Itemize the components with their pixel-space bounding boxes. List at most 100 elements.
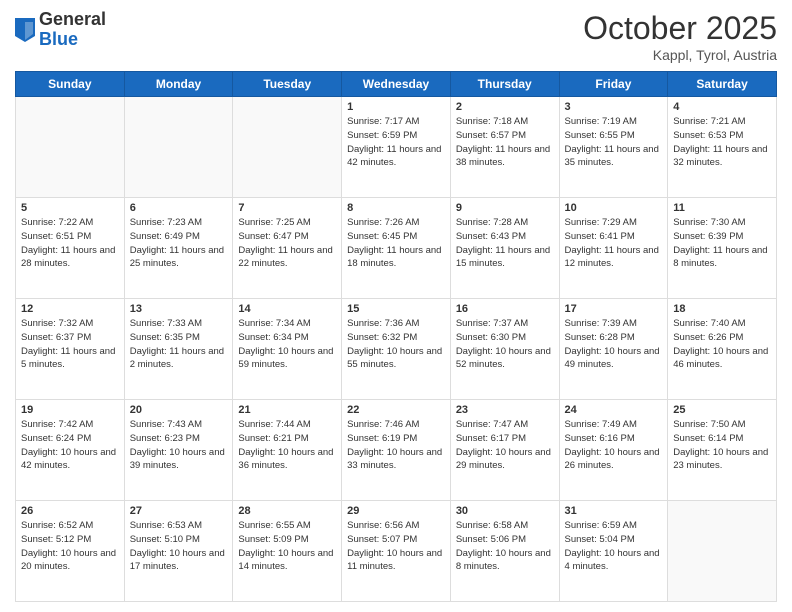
day-number: 8	[347, 202, 445, 214]
day-info: Sunrise: 7:37 AMSunset: 6:30 PMDaylight:…	[456, 317, 554, 372]
table-cell: 16 Sunrise: 7:37 AMSunset: 6:30 PMDaylig…	[450, 299, 559, 400]
day-info: Sunrise: 7:49 AMSunset: 6:16 PMDaylight:…	[565, 418, 663, 473]
day-number: 22	[347, 404, 445, 416]
table-cell: 12 Sunrise: 7:32 AMSunset: 6:37 PMDaylig…	[16, 299, 125, 400]
day-info: Sunrise: 7:19 AMSunset: 6:55 PMDaylight:…	[565, 115, 663, 170]
logo: General Blue	[15, 10, 106, 50]
location-subtitle: Kappl, Tyrol, Austria	[583, 47, 777, 63]
day-number: 26	[21, 505, 119, 517]
week-row-1: 1 Sunrise: 7:17 AMSunset: 6:59 PMDayligh…	[16, 97, 777, 198]
day-number: 14	[238, 303, 336, 315]
day-number: 24	[565, 404, 663, 416]
day-info: Sunrise: 7:30 AMSunset: 6:39 PMDaylight:…	[673, 216, 771, 271]
table-cell: 27 Sunrise: 6:53 AMSunset: 5:10 PMDaylig…	[124, 501, 233, 602]
table-cell: 11 Sunrise: 7:30 AMSunset: 6:39 PMDaylig…	[668, 198, 777, 299]
week-row-3: 12 Sunrise: 7:32 AMSunset: 6:37 PMDaylig…	[16, 299, 777, 400]
col-friday: Friday	[559, 72, 668, 97]
day-number: 17	[565, 303, 663, 315]
table-cell: 6 Sunrise: 7:23 AMSunset: 6:49 PMDayligh…	[124, 198, 233, 299]
day-info: Sunrise: 7:21 AMSunset: 6:53 PMDaylight:…	[673, 115, 771, 170]
table-cell: 18 Sunrise: 7:40 AMSunset: 6:26 PMDaylig…	[668, 299, 777, 400]
day-number: 10	[565, 202, 663, 214]
day-number: 25	[673, 404, 771, 416]
day-info: Sunrise: 6:52 AMSunset: 5:12 PMDaylight:…	[21, 519, 119, 574]
day-number: 21	[238, 404, 336, 416]
table-cell: 2 Sunrise: 7:18 AMSunset: 6:57 PMDayligh…	[450, 97, 559, 198]
day-info: Sunrise: 7:17 AMSunset: 6:59 PMDaylight:…	[347, 115, 445, 170]
table-cell	[233, 97, 342, 198]
day-number: 29	[347, 505, 445, 517]
table-cell: 1 Sunrise: 7:17 AMSunset: 6:59 PMDayligh…	[342, 97, 451, 198]
table-cell: 3 Sunrise: 7:19 AMSunset: 6:55 PMDayligh…	[559, 97, 668, 198]
day-number: 5	[21, 202, 119, 214]
day-info: Sunrise: 7:50 AMSunset: 6:14 PMDaylight:…	[673, 418, 771, 473]
col-monday: Monday	[124, 72, 233, 97]
col-wednesday: Wednesday	[342, 72, 451, 97]
day-info: Sunrise: 7:18 AMSunset: 6:57 PMDaylight:…	[456, 115, 554, 170]
day-info: Sunrise: 7:42 AMSunset: 6:24 PMDaylight:…	[21, 418, 119, 473]
table-cell: 30 Sunrise: 6:58 AMSunset: 5:06 PMDaylig…	[450, 501, 559, 602]
logo-blue: Blue	[39, 29, 78, 49]
table-cell: 13 Sunrise: 7:33 AMSunset: 6:35 PMDaylig…	[124, 299, 233, 400]
day-info: Sunrise: 7:22 AMSunset: 6:51 PMDaylight:…	[21, 216, 119, 271]
day-info: Sunrise: 7:34 AMSunset: 6:34 PMDaylight:…	[238, 317, 336, 372]
day-number: 9	[456, 202, 554, 214]
day-info: Sunrise: 7:39 AMSunset: 6:28 PMDaylight:…	[565, 317, 663, 372]
table-cell: 20 Sunrise: 7:43 AMSunset: 6:23 PMDaylig…	[124, 400, 233, 501]
day-info: Sunrise: 7:28 AMSunset: 6:43 PMDaylight:…	[456, 216, 554, 271]
day-number: 16	[456, 303, 554, 315]
table-cell: 21 Sunrise: 7:44 AMSunset: 6:21 PMDaylig…	[233, 400, 342, 501]
day-number: 30	[456, 505, 554, 517]
day-info: Sunrise: 7:25 AMSunset: 6:47 PMDaylight:…	[238, 216, 336, 271]
table-cell: 29 Sunrise: 6:56 AMSunset: 5:07 PMDaylig…	[342, 501, 451, 602]
day-number: 1	[347, 101, 445, 113]
day-number: 2	[456, 101, 554, 113]
page: General Blue October 2025 Kappl, Tyrol, …	[0, 0, 792, 612]
title-block: October 2025 Kappl, Tyrol, Austria	[583, 10, 777, 63]
table-cell: 7 Sunrise: 7:25 AMSunset: 6:47 PMDayligh…	[233, 198, 342, 299]
table-cell: 8 Sunrise: 7:26 AMSunset: 6:45 PMDayligh…	[342, 198, 451, 299]
col-sunday: Sunday	[16, 72, 125, 97]
month-title: October 2025	[583, 10, 777, 47]
table-cell: 28 Sunrise: 6:55 AMSunset: 5:09 PMDaylig…	[233, 501, 342, 602]
day-number: 19	[21, 404, 119, 416]
table-cell: 15 Sunrise: 7:36 AMSunset: 6:32 PMDaylig…	[342, 299, 451, 400]
day-number: 18	[673, 303, 771, 315]
day-info: Sunrise: 6:53 AMSunset: 5:10 PMDaylight:…	[130, 519, 228, 574]
calendar: Sunday Monday Tuesday Wednesday Thursday…	[15, 71, 777, 602]
day-info: Sunrise: 7:44 AMSunset: 6:21 PMDaylight:…	[238, 418, 336, 473]
day-number: 4	[673, 101, 771, 113]
table-cell: 9 Sunrise: 7:28 AMSunset: 6:43 PMDayligh…	[450, 198, 559, 299]
day-number: 12	[21, 303, 119, 315]
table-cell: 5 Sunrise: 7:22 AMSunset: 6:51 PMDayligh…	[16, 198, 125, 299]
table-cell: 10 Sunrise: 7:29 AMSunset: 6:41 PMDaylig…	[559, 198, 668, 299]
day-info: Sunrise: 7:46 AMSunset: 6:19 PMDaylight:…	[347, 418, 445, 473]
week-row-2: 5 Sunrise: 7:22 AMSunset: 6:51 PMDayligh…	[16, 198, 777, 299]
col-tuesday: Tuesday	[233, 72, 342, 97]
day-number: 23	[456, 404, 554, 416]
table-cell: 24 Sunrise: 7:49 AMSunset: 6:16 PMDaylig…	[559, 400, 668, 501]
day-number: 13	[130, 303, 228, 315]
table-cell	[668, 501, 777, 602]
day-info: Sunrise: 7:32 AMSunset: 6:37 PMDaylight:…	[21, 317, 119, 372]
logo-general: General	[39, 9, 106, 29]
col-saturday: Saturday	[668, 72, 777, 97]
table-cell: 17 Sunrise: 7:39 AMSunset: 6:28 PMDaylig…	[559, 299, 668, 400]
table-cell: 25 Sunrise: 7:50 AMSunset: 6:14 PMDaylig…	[668, 400, 777, 501]
table-cell: 14 Sunrise: 7:34 AMSunset: 6:34 PMDaylig…	[233, 299, 342, 400]
day-number: 11	[673, 202, 771, 214]
day-number: 3	[565, 101, 663, 113]
week-row-5: 26 Sunrise: 6:52 AMSunset: 5:12 PMDaylig…	[16, 501, 777, 602]
day-number: 28	[238, 505, 336, 517]
table-cell: 4 Sunrise: 7:21 AMSunset: 6:53 PMDayligh…	[668, 97, 777, 198]
day-number: 31	[565, 505, 663, 517]
week-row-4: 19 Sunrise: 7:42 AMSunset: 6:24 PMDaylig…	[16, 400, 777, 501]
calendar-header-row: Sunday Monday Tuesday Wednesday Thursday…	[16, 72, 777, 97]
day-info: Sunrise: 7:23 AMSunset: 6:49 PMDaylight:…	[130, 216, 228, 271]
day-info: Sunrise: 6:56 AMSunset: 5:07 PMDaylight:…	[347, 519, 445, 574]
col-thursday: Thursday	[450, 72, 559, 97]
logo-icon	[15, 18, 35, 42]
table-cell: 31 Sunrise: 6:59 AMSunset: 5:04 PMDaylig…	[559, 501, 668, 602]
day-info: Sunrise: 6:58 AMSunset: 5:06 PMDaylight:…	[456, 519, 554, 574]
day-info: Sunrise: 7:29 AMSunset: 6:41 PMDaylight:…	[565, 216, 663, 271]
